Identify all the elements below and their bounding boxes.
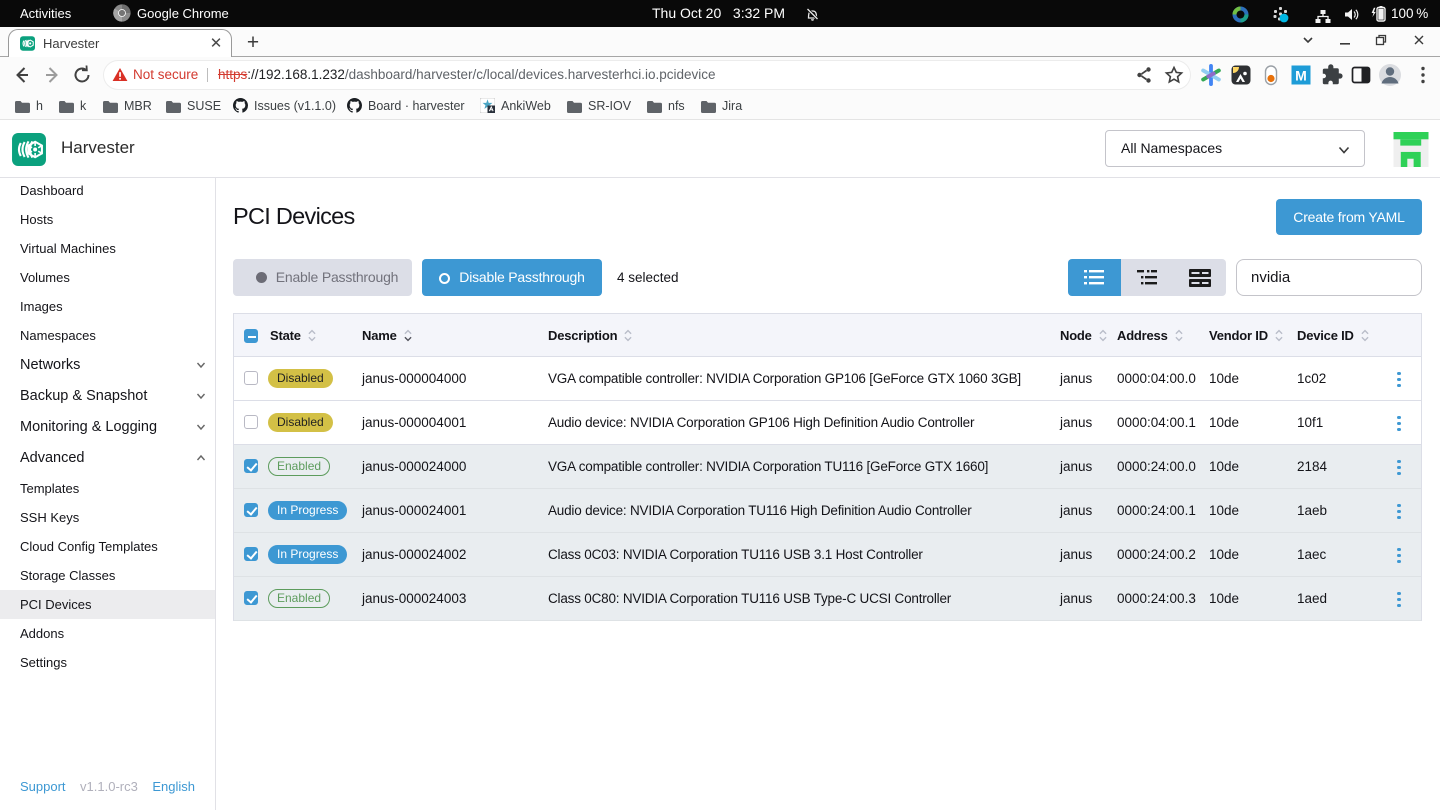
svg-text:M: M — [1295, 68, 1307, 84]
